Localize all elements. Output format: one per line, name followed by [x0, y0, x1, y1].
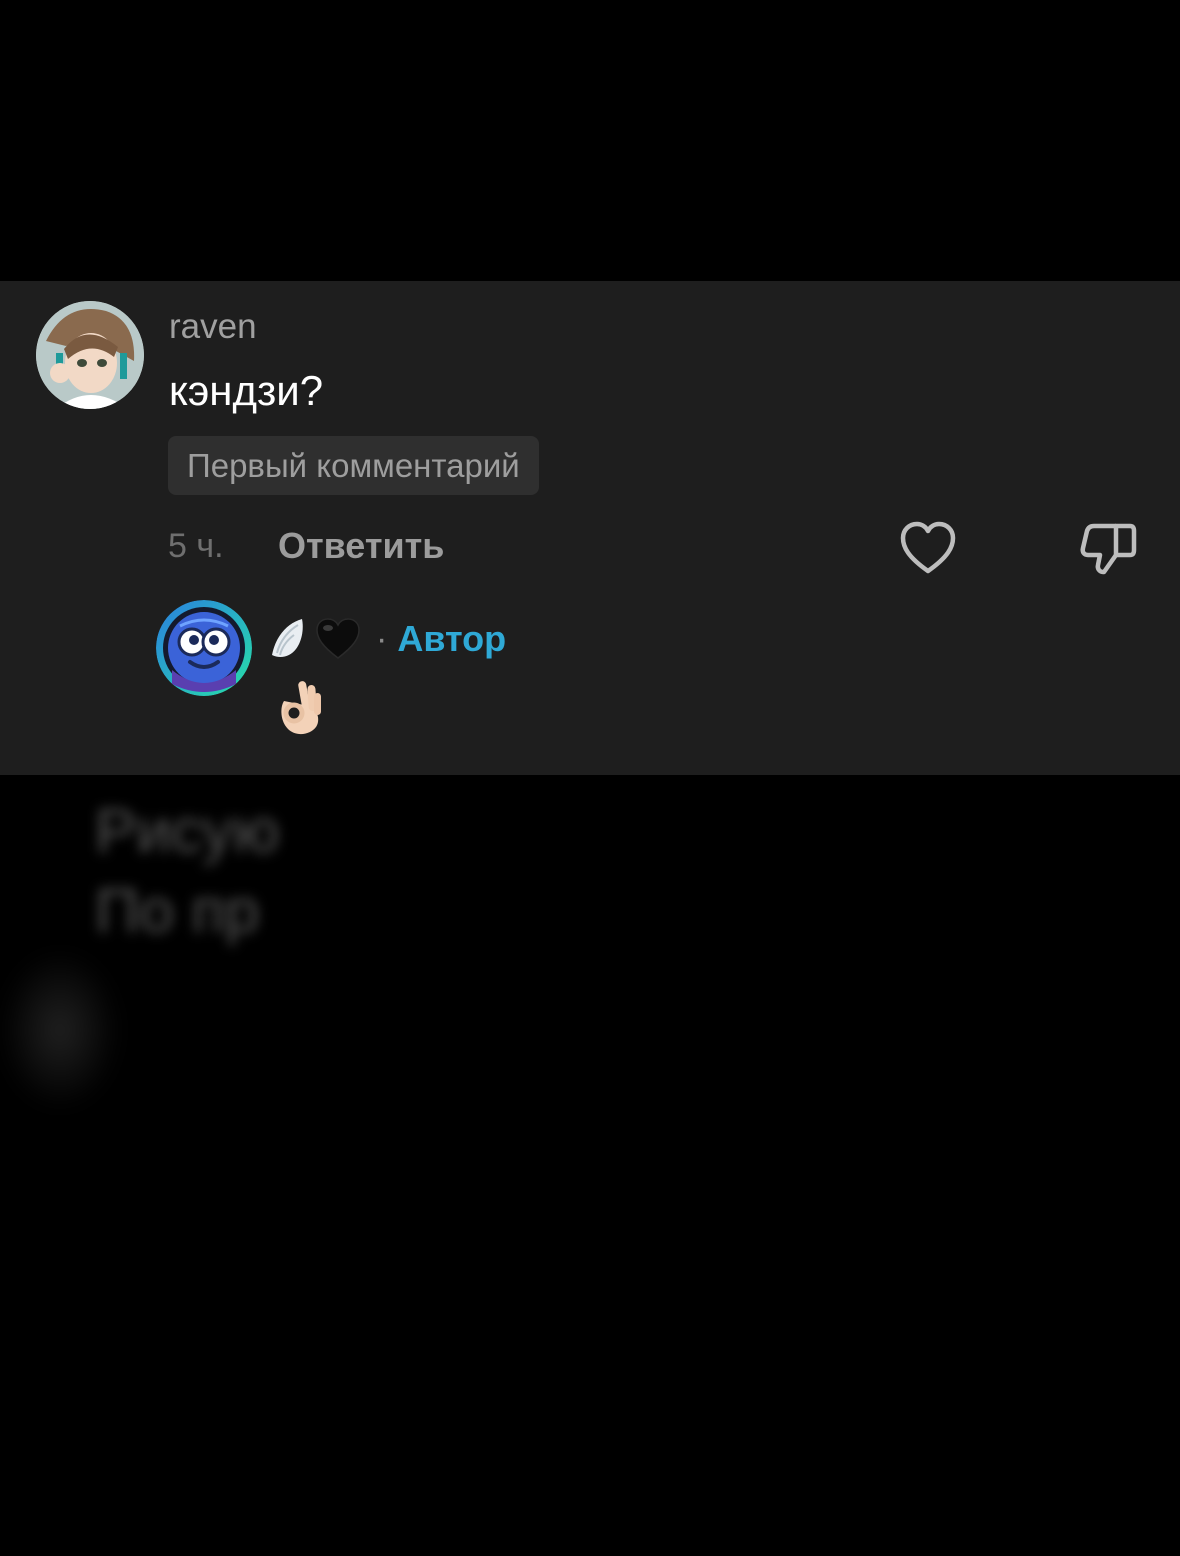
thumbs-down-icon: [1080, 523, 1137, 575]
background-line-2: По пр: [95, 877, 260, 946]
ok-hand-icon: [281, 681, 321, 735]
author-avatar[interactable]: [156, 600, 252, 696]
comment-username[interactable]: raven: [169, 307, 257, 347]
commenter-avatar[interactable]: [36, 301, 144, 409]
blue-creature-avatar-image: [156, 600, 252, 696]
dislike-button[interactable]: [1078, 519, 1138, 577]
reply-text: [270, 677, 326, 739]
black-heart-icon: [316, 618, 360, 659]
reply-header: · Автор: [268, 609, 506, 669]
comment-card: raven кэндзи? Первый комментарий 5 ч. От…: [0, 281, 1180, 775]
separator-dot: ·: [376, 619, 388, 658]
first-comment-badge: Первый комментарий: [168, 436, 539, 495]
heart-icon: [900, 521, 956, 574]
author-name[interactable]: [268, 615, 362, 663]
reply-button[interactable]: Ответить: [278, 525, 444, 567]
background-blur-shape: [0, 950, 120, 1110]
background-blurred-text: Рисую По пр: [95, 792, 295, 952]
screen: Рисую По пр raven кэндзи? Первый коммент…: [0, 0, 1180, 1556]
anime-avatar-image: [36, 301, 144, 409]
comment-time: 5 ч.: [168, 527, 224, 565]
comment-text: кэндзи?: [169, 367, 324, 414]
background-line-1: Рисую: [95, 797, 280, 866]
wing-icon: [272, 619, 303, 657]
like-button[interactable]: [898, 519, 958, 577]
author-badge-label: Автор: [397, 618, 507, 659]
